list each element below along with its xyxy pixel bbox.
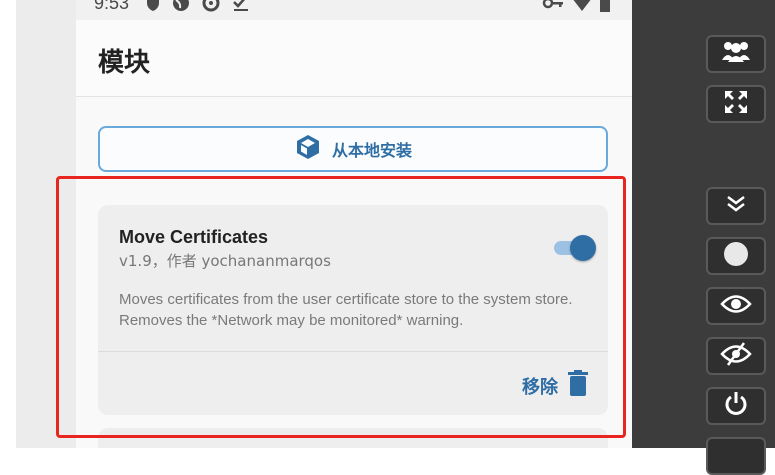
cube-icon xyxy=(294,133,322,166)
module-description: Moves certificates from the user certifi… xyxy=(119,291,573,329)
module-name: Move Certificates xyxy=(119,227,269,247)
app-bar xyxy=(76,20,632,97)
eye-off-icon xyxy=(720,341,752,372)
left-window-frame xyxy=(0,0,76,448)
left-frame-edge xyxy=(16,0,76,448)
multi-user-button[interactable] xyxy=(706,35,766,73)
next-module-card xyxy=(98,428,608,448)
vpn-key-icon xyxy=(542,0,564,12)
fullscreen-icon xyxy=(723,89,749,120)
globe-icon xyxy=(172,0,190,12)
power-icon xyxy=(723,391,749,422)
record-icon xyxy=(723,241,749,272)
remove-label: 移除 xyxy=(522,376,558,398)
power-button[interactable] xyxy=(706,387,766,425)
battery-icon xyxy=(600,0,610,12)
sync-icon xyxy=(202,0,220,12)
collapse-icon xyxy=(725,194,747,219)
phone-screen: 9:53 模块 从本地安装 Move Certificates v1.9，作者 … xyxy=(76,0,632,448)
eye-icon xyxy=(720,293,752,320)
status-bar: 9:53 xyxy=(76,0,632,20)
card-divider xyxy=(98,351,608,352)
hide-button[interactable] xyxy=(706,337,766,375)
fullscreen-button[interactable] xyxy=(706,85,766,123)
record-button[interactable] xyxy=(706,237,766,275)
module-card: Move Certificates v1.9，作者 yochananmarqos… xyxy=(98,205,608,415)
multi-user-icon xyxy=(719,40,753,69)
trash-icon xyxy=(568,370,588,401)
shield-icon xyxy=(146,0,160,12)
install-from-local-button[interactable]: 从本地安装 xyxy=(98,126,608,172)
more-button[interactable] xyxy=(706,437,766,475)
page-title: 模块 xyxy=(98,48,151,78)
install-from-local-label: 从本地安装 xyxy=(331,141,412,160)
wifi-icon xyxy=(572,0,592,12)
remove-module-button[interactable]: 移除 xyxy=(522,370,588,401)
collapse-button[interactable] xyxy=(706,187,766,225)
toggle-thumb xyxy=(570,235,596,261)
show-button[interactable] xyxy=(706,287,766,325)
module-version-author: v1.9，作者 yochananmarqos xyxy=(119,252,331,270)
check-list-icon xyxy=(232,0,250,12)
status-time: 9:53 xyxy=(94,0,130,13)
module-enable-toggle[interactable] xyxy=(554,235,596,261)
